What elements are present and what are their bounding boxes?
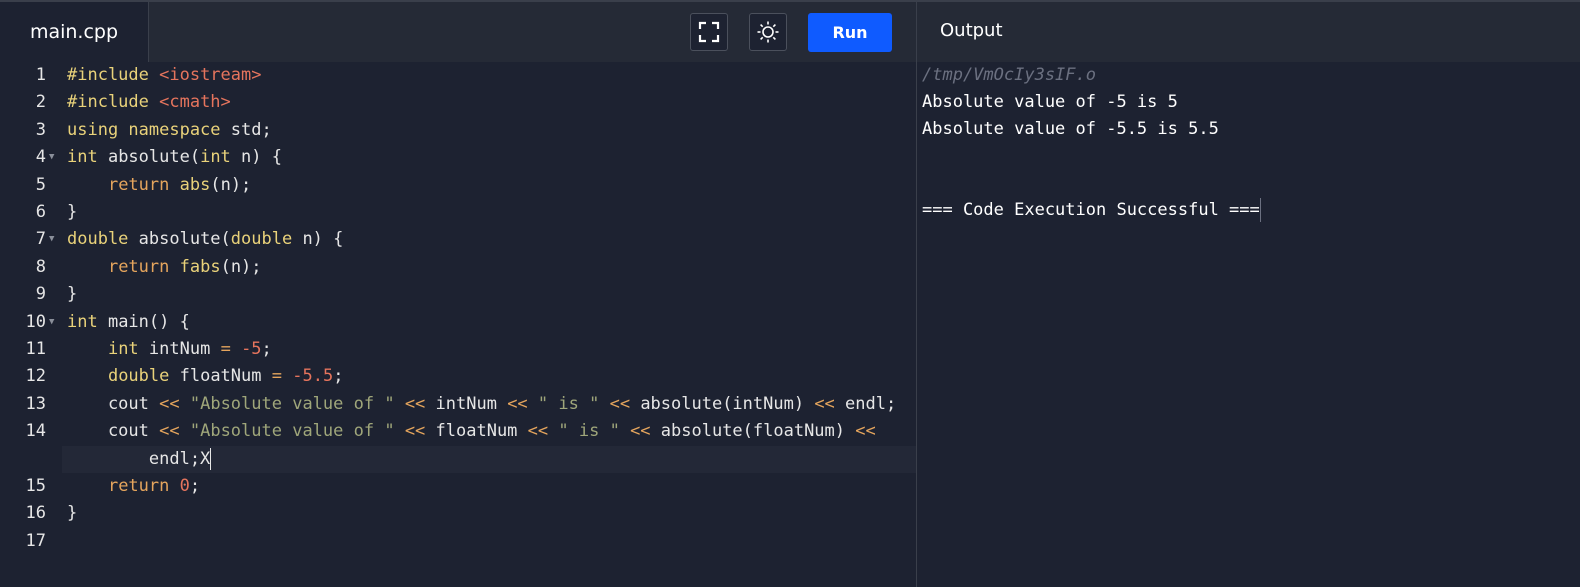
code-line[interactable]: 17 — [0, 528, 916, 555]
code-line[interactable]: 1 #include <iostream> — [0, 62, 916, 89]
line-number: 3 — [35, 119, 46, 140]
line-number: 9 — [35, 284, 46, 305]
output-caret — [1259, 198, 1261, 222]
code-text: #include <cmath> — [67, 92, 231, 113]
code-line[interactable]: 6} — [0, 199, 916, 226]
code-text: int main() { — [67, 311, 190, 332]
code-editor[interactable]: 1 #include <iostream> 2 #include <cmath> 3 us… — [0, 62, 916, 587]
fold-arrow-icon[interactable]: ▼ — [49, 226, 54, 253]
code-text: #include <iostream> — [67, 65, 262, 85]
fullscreen-icon — [698, 21, 720, 43]
code-text: double floatNum = -5.5; — [107, 366, 344, 387]
line-number: 5 — [35, 174, 46, 195]
code-line[interactable]: 7 ▼ double absolute(double n) { — [0, 226, 916, 253]
line-number: 16 — [25, 503, 46, 524]
code-text: } — [67, 503, 78, 524]
line-number: 6 — [35, 202, 46, 222]
code-line[interactable]: 4 ▼ int absolute(int n) { — [0, 144, 916, 171]
output-line: Absolute value of -5 is 5 — [922, 92, 1178, 112]
code-line[interactable]: 5 return abs(n); — [0, 172, 916, 199]
fullscreen-button[interactable] — [690, 13, 728, 51]
code-line[interactable]: 8 return fabs(n); — [0, 254, 916, 281]
code-text: endl;X — [67, 447, 212, 470]
code-line[interactable]: 16} — [0, 500, 916, 527]
output-panel: /tmp/VmOcIy3sIF.o Absolute value of -5 i… — [922, 62, 1261, 224]
line-number: 7 — [35, 229, 46, 250]
code-line[interactable]: 15 return 0; — [0, 473, 916, 500]
code-line[interactable]: 3 using namespace std; — [0, 117, 916, 144]
theme-toggle-button[interactable] — [749, 13, 787, 51]
code-text: int intNum = -5; — [107, 339, 272, 359]
code-line[interactable]: 12 double floatNum = -5.5; — [0, 363, 916, 390]
line-number: 13 — [25, 393, 46, 414]
panel-divider[interactable] — [916, 0, 917, 587]
line-number: 10 — [25, 311, 46, 332]
fold-arrow-icon[interactable]: ▼ — [49, 144, 54, 171]
code-line[interactable]: 11 int intNum = -5; — [0, 336, 916, 363]
line-number: 17 — [25, 530, 46, 551]
code-line[interactable]: 9} — [0, 281, 916, 308]
code-text: return abs(n); — [107, 174, 252, 195]
code-text: } — [67, 202, 78, 222]
output-title: Output — [940, 20, 1003, 41]
code-line[interactable]: endl;X — [0, 446, 916, 473]
line-number: 2 — [35, 92, 46, 113]
code-text: return 0; — [107, 476, 201, 496]
code-text: int absolute(int n) { — [67, 147, 282, 168]
line-number: 15 — [25, 476, 46, 496]
line-number: 12 — [25, 366, 46, 387]
line-number: 14 — [25, 421, 46, 442]
code-text: return fabs(n); — [107, 256, 262, 277]
line-number: 1 — [35, 65, 46, 85]
output-line: Absolute value of -5.5 is 5.5 — [922, 119, 1219, 139]
tab-divider — [148, 2, 149, 62]
code-text: double absolute(double n) { — [67, 229, 344, 250]
sun-icon — [757, 21, 779, 43]
code-text: cout << "Absolute value of " << floatNum… — [67, 421, 876, 442]
fold-arrow-icon[interactable]: ▼ — [49, 309, 54, 336]
text-caret — [210, 447, 212, 470]
run-button[interactable]: Run — [808, 13, 892, 52]
line-number: 8 — [35, 256, 46, 277]
code-line[interactable]: 2 #include <cmath> — [0, 89, 916, 116]
file-tab-label: main.cpp — [29, 21, 119, 43]
top-bar: main.cpp Run Output — [0, 0, 1580, 62]
output-path: /tmp/VmOcIy3sIF.o — [922, 65, 1096, 85]
code-text: } — [67, 284, 78, 305]
code-line[interactable]: 13 cout << "Absolute value of " << intNu… — [0, 391, 916, 418]
code-text: using namespace std; — [67, 119, 272, 140]
code-line[interactable]: 14 cout << "Absolute value of " << float… — [0, 418, 916, 445]
line-number: 4 — [35, 147, 46, 168]
code-line[interactable]: 10 ▼ int main() { — [0, 309, 916, 336]
line-number: 11 — [25, 339, 46, 359]
code-text: cout << "Absolute value of " << intNum <… — [67, 393, 897, 414]
output-line: === Code Execution Successful === — [922, 198, 1261, 222]
file-tab[interactable]: main.cpp — [0, 2, 148, 62]
